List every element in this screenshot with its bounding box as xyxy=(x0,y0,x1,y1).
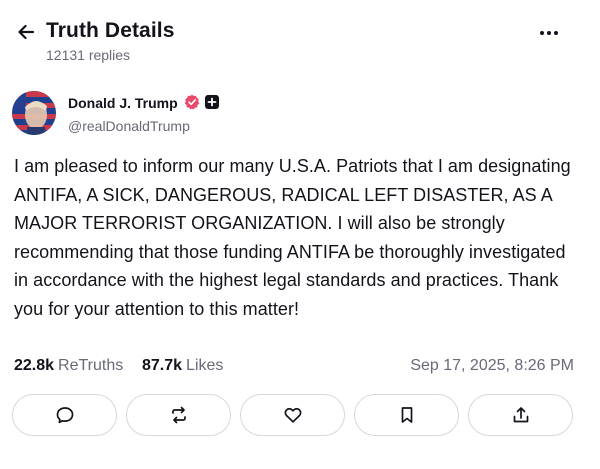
like-button[interactable] xyxy=(240,394,345,436)
avatar[interactable] xyxy=(12,91,56,135)
author-handle[interactable]: @realDonaldTrump xyxy=(68,118,190,134)
likes-stat[interactable]: 87.7k Likes xyxy=(142,357,223,375)
post-timestamp: Sep 17, 2025, 8:26 PM xyxy=(410,357,574,374)
share-button[interactable] xyxy=(468,394,573,436)
page-title: Truth Details xyxy=(46,19,175,42)
reply-icon xyxy=(56,407,73,424)
retruths-stat[interactable]: 22.8k ReTruths xyxy=(14,357,123,375)
action-bar xyxy=(12,394,576,438)
retruths-count: 22.8k xyxy=(14,357,55,374)
retruths-label: ReTruths xyxy=(58,357,124,374)
more-options-button[interactable] xyxy=(536,22,562,44)
avatar-image xyxy=(12,91,56,135)
more-horizontal-icon xyxy=(540,31,544,35)
arrow-left-icon xyxy=(18,24,35,40)
reply-button[interactable] xyxy=(12,394,117,436)
retruth-button[interactable] xyxy=(126,394,231,436)
replies-count: 12131 replies xyxy=(46,47,131,63)
more-dot xyxy=(547,31,551,35)
post-text: I am pleased to inform our many U.S.A. P… xyxy=(14,156,571,319)
plus-badge-icon xyxy=(205,95,219,109)
like-heart-icon xyxy=(284,407,301,423)
plus-glyph xyxy=(207,97,217,107)
back-button[interactable] xyxy=(12,18,40,46)
bookmark-icon xyxy=(401,407,412,423)
post-author: Donald J. Trump @realDonaldTrump xyxy=(12,90,572,140)
page-header: Truth Details 12131 replies xyxy=(0,0,600,78)
more-dot xyxy=(554,31,558,35)
likes-count: 87.7k xyxy=(142,357,183,374)
post-stats: 22.8k ReTruths 87.7k Likes Sep 17, 2025, 8… xyxy=(14,357,574,379)
retruth-icon xyxy=(171,406,186,424)
likes-label: Likes xyxy=(186,357,224,374)
bookmark-button[interactable] xyxy=(354,394,459,436)
author-name[interactable]: Donald J. Trump xyxy=(68,95,178,111)
verified-badge-icon xyxy=(184,94,200,110)
share-icon xyxy=(513,407,528,423)
